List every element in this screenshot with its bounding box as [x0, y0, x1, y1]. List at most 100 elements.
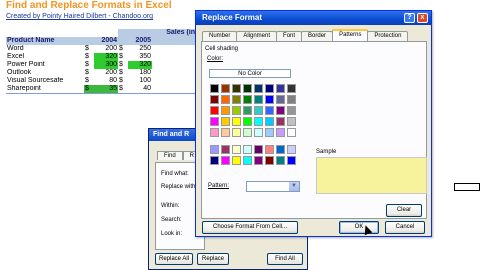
- color-swatch[interactable]: [265, 156, 274, 165]
- table-row[interactable]: Word $ 200 $ 250: [6, 45, 196, 53]
- table-row[interactable]: Sharepoint $ 35 $ 40: [6, 85, 197, 94]
- table-header: Product Name 2004 2005: [6, 37, 197, 45]
- color-swatch[interactable]: [276, 156, 285, 165]
- color-swatch[interactable]: [254, 156, 263, 165]
- color-swatch[interactable]: [232, 95, 241, 104]
- sample-label: Sample: [316, 149, 337, 155]
- color-swatch[interactable]: [221, 84, 230, 93]
- color-swatch[interactable]: [276, 128, 285, 137]
- color-swatch[interactable]: [221, 145, 230, 154]
- color-swatch[interactable]: [287, 156, 296, 165]
- sheet-credit-link[interactable]: Created by Pointy Haired Dilbert - Chand…: [6, 13, 153, 20]
- color-swatch[interactable]: [254, 106, 263, 115]
- color-swatch[interactable]: [243, 95, 252, 104]
- color-swatch[interactable]: [265, 145, 274, 154]
- color-swatch[interactable]: [221, 106, 230, 115]
- color-swatch[interactable]: [254, 117, 263, 126]
- color-swatch[interactable]: [254, 95, 263, 104]
- currency-symbol: $: [119, 61, 123, 68]
- value-2004: 80: [109, 77, 118, 84]
- color-swatch[interactable]: [254, 84, 263, 93]
- color-swatch[interactable]: [276, 145, 285, 154]
- color-swatch[interactable]: [243, 106, 252, 115]
- product-name: Sharepoint: [6, 85, 84, 94]
- color-swatch[interactable]: [210, 95, 219, 104]
- color-swatch[interactable]: [210, 156, 219, 165]
- table-row[interactable]: Power Point $ 300 $ 320: [6, 61, 196, 69]
- color-swatch[interactable]: [221, 117, 230, 126]
- color-swatch[interactable]: [276, 106, 285, 115]
- currency-symbol: $: [84, 85, 94, 94]
- color-swatch[interactable]: [232, 145, 241, 154]
- color-swatch[interactable]: [276, 117, 285, 126]
- replace-all-button[interactable]: Replace All: [155, 253, 193, 265]
- color-swatch[interactable]: [232, 84, 241, 93]
- value-2005: 40: [128, 85, 153, 94]
- color-swatch[interactable]: [221, 128, 230, 137]
- color-swatch[interactable]: [221, 95, 230, 104]
- color-swatch[interactable]: [221, 156, 230, 165]
- clear-button[interactable]: Clear: [386, 204, 422, 217]
- table-row[interactable]: Outlook $ 200 $ 180: [6, 69, 196, 77]
- close-icon[interactable]: x: [417, 13, 428, 23]
- color-swatch[interactable]: [254, 145, 263, 154]
- tab-font[interactable]: Font: [276, 31, 303, 41]
- tab-find[interactable]: Find: [157, 151, 183, 160]
- color-swatch[interactable]: [265, 128, 274, 137]
- currency-symbol: $: [118, 85, 129, 94]
- no-color-button[interactable]: No Color: [209, 69, 291, 78]
- color-swatch[interactable]: [287, 117, 296, 126]
- color-swatch[interactable]: [232, 106, 241, 115]
- color-swatch[interactable]: [265, 84, 274, 93]
- color-swatch[interactable]: [210, 106, 219, 115]
- tab-number[interactable]: Number: [202, 31, 238, 41]
- replace-with-label: Replace with: [161, 184, 196, 190]
- title-bar[interactable]: Replace Format ? x: [196, 11, 431, 25]
- color-swatch[interactable]: [243, 156, 252, 165]
- color-swatch[interactable]: [287, 106, 296, 115]
- color-swatch[interactable]: [232, 117, 241, 126]
- tab-strip: Number Alignment Font Border Patterns Pr…: [202, 29, 409, 41]
- cancel-button[interactable]: Cancel: [385, 221, 425, 234]
- color-swatch[interactable]: [276, 95, 285, 104]
- tab-protection[interactable]: Protection: [367, 31, 409, 41]
- color-swatch[interactable]: [287, 145, 296, 154]
- find-what-label: Find what:: [161, 171, 189, 177]
- color-swatch[interactable]: [210, 84, 219, 93]
- color-swatch[interactable]: [210, 117, 219, 126]
- color-swatch[interactable]: [265, 106, 274, 115]
- color-swatch[interactable]: [265, 95, 274, 104]
- chevron-down-icon[interactable]: ▼: [289, 182, 299, 191]
- color-swatch[interactable]: [287, 84, 296, 93]
- table-row[interactable]: Excel $ 320 $ 350: [6, 53, 196, 61]
- color-swatch[interactable]: [243, 117, 252, 126]
- color-swatch[interactable]: [265, 117, 274, 126]
- color-swatch[interactable]: [276, 84, 285, 93]
- color-swatch[interactable]: [254, 128, 263, 137]
- color-swatch[interactable]: [243, 128, 252, 137]
- color-swatch[interactable]: [232, 156, 241, 165]
- color-swatch[interactable]: [210, 145, 219, 154]
- tab-border[interactable]: Border: [301, 31, 334, 41]
- color-swatch[interactable]: [243, 84, 252, 93]
- value-2004-highlighted: 35: [94, 85, 119, 94]
- ok-button[interactable]: OK: [339, 221, 379, 234]
- currency-symbol: $: [119, 45, 123, 52]
- column-header-product: Product Name: [6, 37, 84, 45]
- color-swatch[interactable]: [232, 128, 241, 137]
- value-2005-highlighted: 320: [128, 61, 153, 69]
- tab-patterns[interactable]: Patterns: [332, 29, 369, 41]
- table-row[interactable]: Visual Sourcesafe $ 80 $ 100: [6, 77, 196, 85]
- color-swatch[interactable]: [287, 128, 296, 137]
- value-2004: 200: [105, 45, 118, 52]
- color-swatch[interactable]: [210, 128, 219, 137]
- replace-button[interactable]: Replace: [197, 253, 229, 265]
- tab-alignment[interactable]: Alignment: [236, 31, 278, 41]
- color-swatch[interactable]: [243, 145, 252, 154]
- color-swatch[interactable]: [287, 95, 296, 104]
- find-all-button[interactable]: Find All: [267, 253, 303, 265]
- value-2004-highlighted: 320: [94, 53, 119, 61]
- choose-format-from-cell-button[interactable]: Choose Format From Cell...: [202, 221, 298, 234]
- help-icon[interactable]: ?: [404, 13, 415, 23]
- pattern-dropdown[interactable]: ▼: [246, 181, 300, 192]
